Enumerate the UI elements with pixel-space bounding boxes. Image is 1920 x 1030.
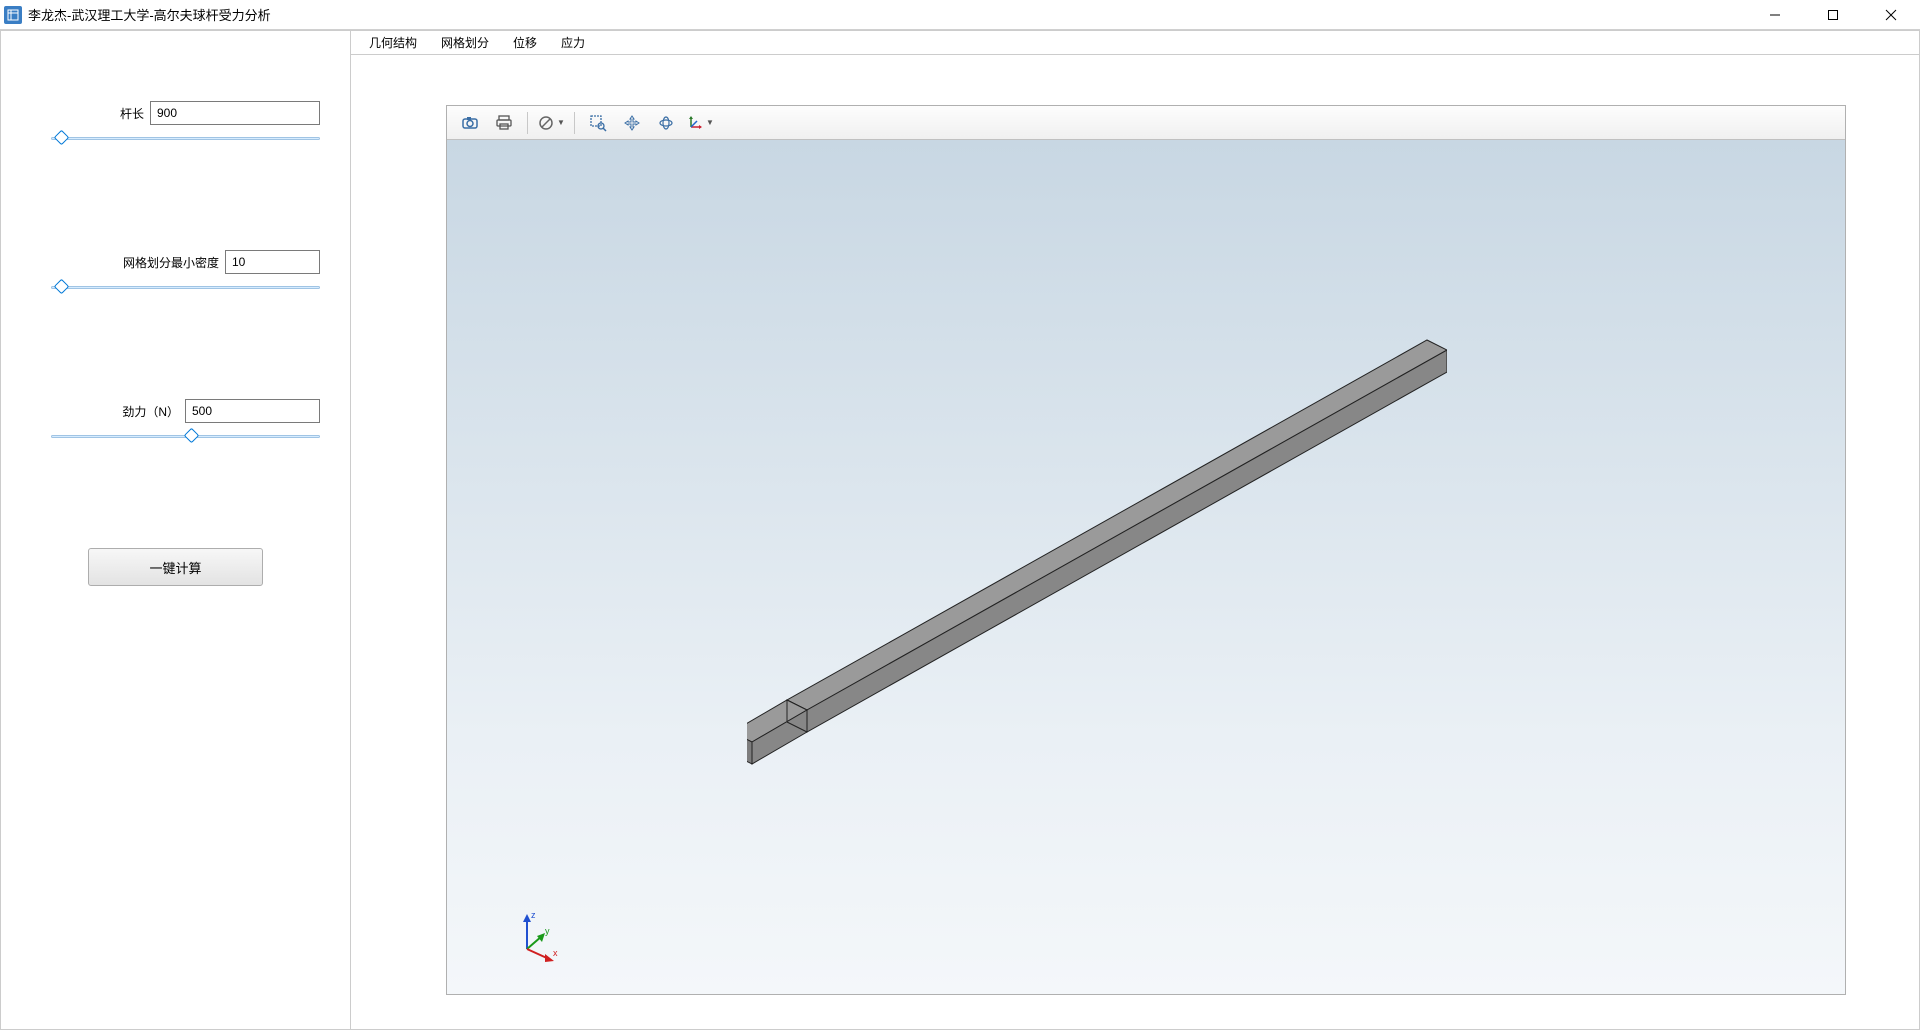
viewport-wrap: ▼ xyxy=(351,55,1919,1029)
triad-z-label: z xyxy=(531,910,536,920)
param-group-length: 杆长 xyxy=(31,101,320,145)
tab-bar: 几何结构 网格划分 位移 应力 xyxy=(351,31,1919,55)
rotate-icon[interactable] xyxy=(651,110,681,136)
sidebar: 杆长 网格划分最小密度 劲力（N） xyxy=(1,31,351,1029)
app-icon xyxy=(4,6,22,24)
main-area: 杆长 网格划分最小密度 劲力（N） xyxy=(0,30,1920,1030)
axes-icon[interactable]: ▼ xyxy=(685,110,715,136)
no-symbol-icon[interactable]: ▼ xyxy=(536,110,566,136)
close-button[interactable] xyxy=(1862,0,1920,30)
window-controls xyxy=(1746,0,1920,30)
param-input-mesh[interactable] xyxy=(225,250,320,274)
slider-thumb[interactable] xyxy=(54,130,70,146)
chevron-down-icon: ▼ xyxy=(557,118,565,127)
maximize-button[interactable] xyxy=(1804,0,1862,30)
param-input-force[interactable] xyxy=(185,399,320,423)
window-title: 李龙杰-武汉理工大学-高尔夫球杆受力分析 xyxy=(28,5,271,24)
param-group-mesh: 网格划分最小密度 xyxy=(31,250,320,294)
slider-mesh[interactable] xyxy=(51,280,320,294)
minimize-button[interactable] xyxy=(1746,0,1804,30)
tab-mesh[interactable]: 网格划分 xyxy=(429,31,501,54)
camera-icon[interactable] xyxy=(455,110,485,136)
triad-x-label: x xyxy=(553,948,558,958)
viewport: ▼ xyxy=(446,105,1846,995)
slider-thumb[interactable] xyxy=(183,428,199,444)
canvas-3d[interactable]: z y x xyxy=(447,140,1845,994)
toolbar-separator xyxy=(527,112,528,134)
chevron-down-icon: ▼ xyxy=(706,118,714,127)
slider-thumb[interactable] xyxy=(54,279,70,295)
param-label-force: 劲力（N） xyxy=(122,403,179,420)
zoom-box-icon[interactable] xyxy=(583,110,613,136)
tab-geometry[interactable]: 几何结构 xyxy=(357,31,429,54)
content-area: 几何结构 网格划分 位移 应力 ▼ xyxy=(351,31,1919,1029)
print-icon[interactable] xyxy=(489,110,519,136)
param-label-mesh: 网格划分最小密度 xyxy=(123,254,219,271)
coordinate-triad: z y x xyxy=(507,904,567,964)
param-input-length[interactable] xyxy=(150,101,320,125)
triad-y-label: y xyxy=(545,926,550,936)
model-geometry xyxy=(747,320,1447,770)
slider-force[interactable] xyxy=(51,429,320,443)
title-bar: 李龙杰-武汉理工大学-高尔夫球杆受力分析 xyxy=(0,0,1920,30)
param-group-force: 劲力（N） xyxy=(31,399,320,443)
pan-icon[interactable] xyxy=(617,110,647,136)
tab-displacement[interactable]: 位移 xyxy=(501,31,549,54)
slider-length[interactable] xyxy=(51,131,320,145)
toolbar-separator xyxy=(574,112,575,134)
calculate-button[interactable]: 一键计算 xyxy=(88,548,263,586)
viewport-toolbar: ▼ xyxy=(447,106,1845,140)
tab-stress[interactable]: 应力 xyxy=(549,31,597,54)
param-label-length: 杆长 xyxy=(120,105,144,122)
